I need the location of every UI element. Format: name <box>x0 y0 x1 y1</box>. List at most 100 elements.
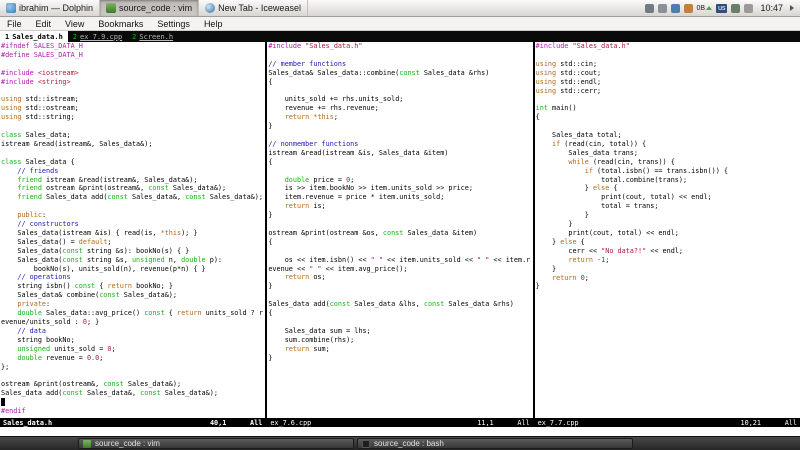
clock[interactable]: 10:47 <box>760 3 783 13</box>
code-token: #include <box>536 42 573 50</box>
code-token: } <box>536 265 556 273</box>
code-line: #include "Sales_data.h" <box>536 42 800 51</box>
code-area[interactable]: #include "Sales_data.h"// member functio… <box>267 42 532 418</box>
vim-command-line[interactable] <box>0 427 800 436</box>
code-token: ; } <box>87 318 99 326</box>
menu-item-edit[interactable]: Edit <box>29 19 59 29</box>
code-token: using <box>1 95 21 103</box>
code-token: 0.0 <box>87 354 99 362</box>
code-line: using std::cerr; <box>536 87 800 96</box>
code-line: } <box>536 211 800 220</box>
panel-task-vim[interactable]: source_code : vim <box>100 0 199 16</box>
code-token: " " <box>371 256 383 264</box>
keyboard-layout-indicator[interactable]: us <box>716 4 727 13</box>
panel-expander-icon[interactable] <box>790 5 794 11</box>
code-token: "No data?!" <box>601 247 646 255</box>
volume-icon[interactable] <box>658 4 667 13</box>
code-token: // member functions <box>268 60 346 68</box>
code-line: return os; <box>268 273 532 282</box>
menu-item-settings[interactable]: Settings <box>150 19 197 29</box>
code-line: } else { <box>536 238 800 247</box>
code-token: total = trans; <box>536 202 659 210</box>
code-token: string &s): bookNo(s) { } <box>83 247 189 255</box>
code-token: sum.combine(rhs); <box>268 336 354 344</box>
vim-tab[interactable]: 2ex_7.9.cpp <box>68 31 127 42</box>
code-line: units_sold += rhs.units_sold; <box>268 95 532 104</box>
code-token: ostream &print(ostream &os, <box>268 229 383 237</box>
vim-splits: #ifndef SALES_DATA_H#define SALES_DATA_H… <box>0 42 800 427</box>
code-token <box>1 309 17 317</box>
code-line <box>1 202 265 211</box>
code-token: using <box>536 69 556 77</box>
menu-item-view[interactable]: View <box>58 19 91 29</box>
klipper-icon[interactable] <box>744 4 753 13</box>
taskbar-item-label: source_code : bash <box>374 439 444 448</box>
code-line: string bookNo; <box>1 336 265 345</box>
code-token: return <box>107 282 132 290</box>
taskbar-item[interactable]: source_code : vim <box>78 438 354 449</box>
code-line: Sales_data(istream &is) { read(is, *this… <box>1 229 265 238</box>
iceweasel-icon <box>205 3 215 13</box>
code-token: Sales_data add( <box>42 193 107 201</box>
code-line: // member functions <box>268 60 532 69</box>
code-token: print(cout, total) << endl; <box>536 229 679 237</box>
panel-task-iceweasel[interactable]: New Tab - Iceweasel <box>199 0 308 16</box>
code-line <box>1 60 265 69</box>
code-line <box>268 318 532 327</box>
code-line: friend istream &read(istream&, Sales_dat… <box>1 176 265 185</box>
code-line <box>536 51 800 60</box>
code-token: std::istream; <box>21 95 78 103</box>
code-area[interactable]: #ifndef SALES_DATA_H#define SALES_DATA_H… <box>0 42 265 418</box>
code-line <box>1 87 265 96</box>
panel-task-dolphin[interactable]: ibrahim — Dolphin <box>0 0 100 16</box>
code-token: std::endl; <box>556 78 601 86</box>
device-notifier-icon[interactable] <box>731 4 740 13</box>
taskbar-items: source_code : vim source_code : bash <box>78 438 633 449</box>
code-token: << item.units_sold << <box>383 256 477 264</box>
menu-item-help[interactable]: Help <box>197 19 230 29</box>
code-token: { <box>268 238 272 246</box>
code-token: string &s, <box>83 256 132 264</box>
code-line: } <box>536 282 800 291</box>
code-token: Sales_data&); <box>206 193 263 201</box>
code-area[interactable]: #include "Sales_data.h"using std::cin;us… <box>535 42 800 418</box>
code-token: ostream &print(ostream&, <box>42 184 148 192</box>
code-line <box>536 122 800 131</box>
vim-tab[interactable]: 2Screen.h <box>127 31 178 42</box>
code-token: item.revenue = price * item.units_sold; <box>268 193 444 201</box>
menu-item-bookmarks[interactable]: Bookmarks <box>91 19 150 29</box>
panel-task-list: ibrahim — Dolphinsource_code : vimNew Ta… <box>0 0 308 16</box>
code-token: { <box>268 309 272 317</box>
code-token: const <box>140 389 160 397</box>
code-token: #include <box>268 42 305 50</box>
code-token: Sales_data& Sales_data::combine( <box>268 69 399 77</box>
code-token: *this <box>161 229 181 237</box>
menu-item-file[interactable]: File <box>0 19 29 29</box>
code-line: Sales_data() = default; <box>1 238 265 247</box>
code-line: } <box>268 122 532 131</box>
code-line: if (read(cin, total)) { <box>536 140 800 149</box>
code-line: class Sales_data { <box>1 158 265 167</box>
code-token: << endl; <box>646 247 683 255</box>
code-line: item.revenue = price * item.units_sold; <box>268 193 532 202</box>
network-icon[interactable] <box>671 4 680 13</box>
code-line <box>268 87 532 96</box>
status-filename: ex_7.7.cpp <box>538 419 579 427</box>
code-token: // constructors <box>1 220 79 228</box>
code-token <box>1 184 17 192</box>
code-token <box>268 202 284 210</box>
vim-icon <box>83 440 91 448</box>
code-token: // nonmember functions <box>268 140 358 148</box>
code-line: #define SALES_DATA_H <box>1 51 265 60</box>
code-line: double revenue = 0.0; <box>1 354 265 363</box>
code-token: units_sold += rhs.units_sold; <box>268 95 403 103</box>
vim-statusline: Sales_data.h40,1All <box>0 418 265 427</box>
status-filename: ex_7.6.cpp <box>270 419 311 427</box>
code-line: } else { <box>536 184 800 193</box>
clipboard-icon[interactable] <box>645 4 654 13</box>
taskbar-item[interactable]: source_code : bash <box>357 438 633 449</box>
code-line: // constructors <box>1 220 265 229</box>
code-token: : <box>42 211 46 219</box>
notifier-icon[interactable] <box>684 4 693 13</box>
vim-tab[interactable]: 1Sales_data.h <box>0 31 68 42</box>
